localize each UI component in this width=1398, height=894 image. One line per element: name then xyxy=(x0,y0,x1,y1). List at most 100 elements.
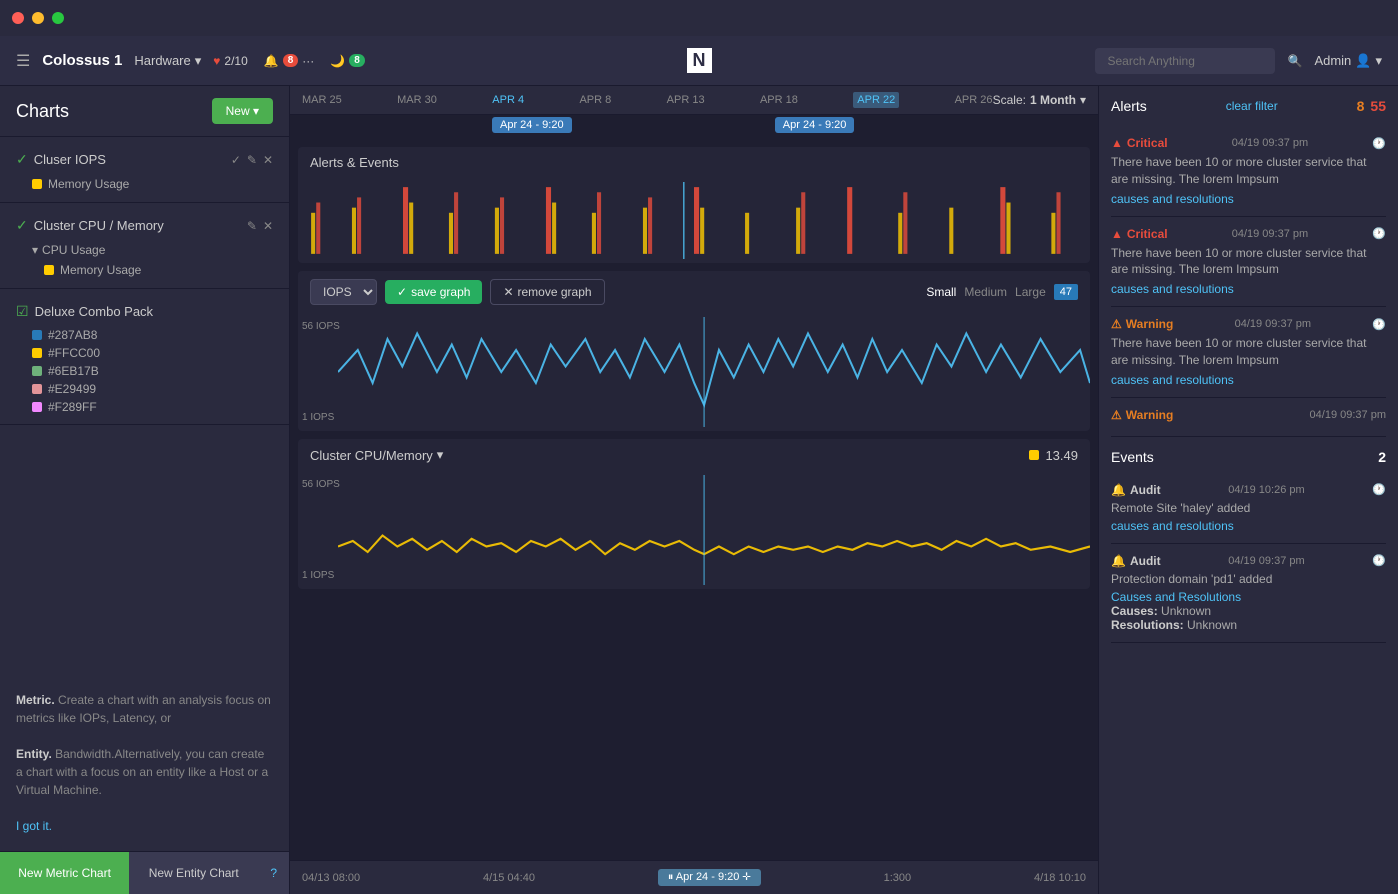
cpu-color-dot xyxy=(44,265,54,275)
got-it-link[interactable]: I got it. xyxy=(16,819,52,833)
hardware-nav[interactable]: Hardware ▾ xyxy=(134,53,201,69)
cpu-edit-icon[interactable]: ✎ xyxy=(247,219,257,233)
sidebar-header: Charts New ▾ xyxy=(0,86,289,137)
alert-1-type: ▲ Critical xyxy=(1111,227,1168,241)
iops-y-bottom: 1 IOPS xyxy=(302,412,334,423)
critical-icon: ▲ xyxy=(1111,136,1123,150)
topnav: ☰ Colossus 1 Hardware ▾ ♥ 2/10 🔔 8 ··· 🌙… xyxy=(0,36,1398,86)
chart-group-iops: ✓ Cluser IOPS ✓ ✎ ✕ Memory Usage xyxy=(0,137,289,203)
event-1-link[interactable]: Causes and Resolutions xyxy=(1111,590,1241,604)
cpu-usage-group[interactable]: ▾ CPU Usage xyxy=(32,240,289,260)
date-apr4: APR 4 xyxy=(492,94,524,106)
sidebar-title: Charts xyxy=(16,101,69,122)
event-1-subtext: Causes: Unknown xyxy=(1111,604,1386,618)
clock-icon-e0: 🕐 xyxy=(1372,483,1386,496)
alerts-header: Alerts clear filter 8 55 xyxy=(1111,98,1386,114)
alert-item-0: ▲ Critical 04/19 09:37 pm 🕐 There have b… xyxy=(1111,126,1386,217)
iops-panel: IOPS ✓ save graph ✕ remove graph Small M… xyxy=(298,271,1090,431)
search-input[interactable] xyxy=(1095,48,1275,74)
cpu-memory-usage: Memory Usage xyxy=(32,260,289,280)
deluxe-color-0: #287AB8 xyxy=(32,326,289,344)
alert-0-text: There have been 10 or more cluster servi… xyxy=(1111,154,1386,188)
scale-selector[interactable]: Scale: 1 Month ▾ xyxy=(993,93,1086,107)
center-content: MAR 25 MAR 30 APR 4 APR 8 APR 13 APR 18 … xyxy=(290,86,1098,894)
size-small-btn[interactable]: Small xyxy=(926,285,956,299)
deluxe-header[interactable]: ☑ Deluxe Combo Pack xyxy=(0,297,289,326)
clock-icon-0: 🕐 xyxy=(1372,137,1386,150)
alert-3-header: ⚠ Warning 04/19 09:37 pm xyxy=(1111,408,1386,422)
iops-value: 47 xyxy=(1054,284,1078,300)
bt-date-5: 4/18 10:10 xyxy=(1034,872,1086,884)
highlight-row: Apr 24 - 9:20 Apr 24 - 9:20 xyxy=(290,115,1098,139)
bt-date-4: 1:300 xyxy=(884,872,912,884)
new-metric-chart-btn[interactable]: New Metric Chart xyxy=(0,852,129,894)
event-1-timestamp: 04/19 09:37 pm xyxy=(1228,555,1304,567)
alert-0-timestamp: 04/19 09:37 pm xyxy=(1232,137,1308,149)
health-badge[interactable]: ♥ 2/10 xyxy=(213,54,247,68)
chart-group-cpu-header[interactable]: ✓ Cluster CPU / Memory ✎ ✕ xyxy=(0,211,289,240)
moon-icon: 🌙 xyxy=(330,54,345,68)
clock-icon-e1: 🕐 xyxy=(1372,554,1386,567)
user-icon: 👤 xyxy=(1355,53,1371,69)
deluxe-dot-3 xyxy=(32,384,42,394)
clear-filter-btn[interactable]: clear filter xyxy=(1226,99,1278,113)
deluxe-color-items: #287AB8 #FFCC00 #6EB17B #E29499 #F289FF xyxy=(0,326,289,416)
alert-counts: 8 55 xyxy=(1357,98,1386,114)
bottom-timeline-highlight[interactable]: ⏸ Apr 24 - 9:20 ✛ xyxy=(658,869,761,886)
chart-group-iops-actions: ✓ ✎ ✕ xyxy=(231,153,273,167)
new-entity-chart-btn[interactable]: New Entity Chart xyxy=(129,852,258,894)
alerts-chart-svg xyxy=(306,182,1082,259)
new-btn[interactable]: New ▾ xyxy=(212,98,273,124)
hamburger-icon[interactable]: ☰ xyxy=(16,51,30,71)
edit-icon[interactable]: ✎ xyxy=(247,153,257,167)
cpu-close-icon[interactable]: ✕ xyxy=(263,219,273,233)
moon-badge[interactable]: 🌙 8 xyxy=(330,54,365,68)
close-icon[interactable]: ✕ xyxy=(263,153,273,167)
remove-graph-btn[interactable]: ✕ remove graph xyxy=(490,279,604,305)
deluxe-dot-4 xyxy=(32,402,42,412)
size-large-btn[interactable]: Large xyxy=(1015,285,1046,299)
size-medium-btn[interactable]: Medium xyxy=(964,285,1007,299)
alert-0-link[interactable]: causes and resolutions xyxy=(1111,192,1234,206)
right-panel: Alerts clear filter 8 55 ▲ Critical 04/1… xyxy=(1098,86,1398,894)
cluster-cpu-title-btn[interactable]: Cluster CPU/Memory ▾ xyxy=(310,447,443,463)
critical-icon-1: ▲ xyxy=(1111,227,1123,241)
chart-group-cpu-actions: ✎ ✕ xyxy=(247,219,273,233)
bell-icon-1: 🔔 xyxy=(1111,554,1126,568)
bottom-timeline: 04/13 08:00 4/15 04:40 ⏸ Apr 24 - 9:20 ✛… xyxy=(290,860,1098,894)
cursor-icon: ✛ xyxy=(742,871,750,883)
alert-1-header: ▲ Critical 04/19 09:37 pm 🕐 xyxy=(1111,227,1386,241)
iops-chart-svg xyxy=(298,317,1090,427)
cpu-sub-items: ▾ CPU Usage Memory Usage xyxy=(0,240,289,280)
chart-group-iops-header[interactable]: ✓ Cluser IOPS ✓ ✎ ✕ xyxy=(0,145,289,174)
event-0-link[interactable]: causes and resolutions xyxy=(1111,519,1234,533)
timeline-bar: MAR 25 MAR 30 APR 4 APR 8 APR 13 APR 18 … xyxy=(290,86,1098,115)
event-0-header: 🔔 Audit 04/19 10:26 pm 🕐 xyxy=(1111,483,1386,497)
alert-count-red: 55 xyxy=(1370,98,1386,114)
cpu-y-bottom: 1 IOPS xyxy=(302,570,334,581)
dropdown-icon: ▾ xyxy=(437,447,444,463)
app-logo: N xyxy=(687,48,712,73)
alert-3-timestamp: 04/19 09:37 pm xyxy=(1310,409,1386,421)
check-action-icon[interactable]: ✓ xyxy=(231,153,241,167)
iops-select[interactable]: IOPS xyxy=(310,279,377,305)
topnav-right: 🔍 Admin 👤 ▾ xyxy=(937,48,1382,74)
topnav-left: ☰ Colossus 1 Hardware ▾ ♥ 2/10 🔔 8 ··· 🌙… xyxy=(16,51,461,71)
alert-badge[interactable]: 🔔 8 ··· xyxy=(264,54,315,68)
chart-group-deluxe: ☑ Deluxe Combo Pack #287AB8 #FFCC00 #6EB… xyxy=(0,289,289,425)
deluxe-check-icon: ☑ xyxy=(16,303,29,320)
iops-controls: IOPS ✓ save graph ✕ remove graph Small M… xyxy=(298,271,1090,313)
help-btn[interactable]: ? xyxy=(258,852,289,894)
alert-item-3: ⚠ Warning 04/19 09:37 pm xyxy=(1111,398,1386,437)
minimize-btn[interactable] xyxy=(32,12,44,24)
admin-btn[interactable]: Admin 👤 ▾ xyxy=(1314,53,1382,69)
alert-2-link[interactable]: causes and resolutions xyxy=(1111,373,1234,387)
alert-1-link[interactable]: causes and resolutions xyxy=(1111,282,1234,296)
alerts-events-header: Alerts & Events xyxy=(298,147,1090,178)
maximize-btn[interactable] xyxy=(52,12,64,24)
iops-memory-usage: Memory Usage xyxy=(32,174,289,194)
deluxe-color-2: #6EB17B xyxy=(32,362,289,380)
iops-y-top: 56 IOPS xyxy=(302,321,340,332)
save-graph-btn[interactable]: ✓ save graph xyxy=(385,280,482,304)
close-btn[interactable] xyxy=(12,12,24,24)
